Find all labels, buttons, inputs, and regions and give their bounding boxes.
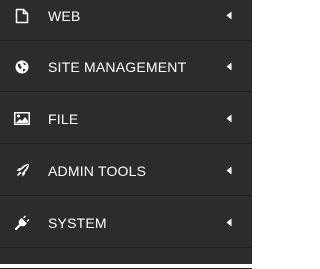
sidebar-item-label: SITE MANAGEMENT [48, 58, 187, 75]
rocket-icon [12, 161, 32, 181]
sidebar-item-admin-tools[interactable]: ADMIN TOOLS [0, 146, 252, 196]
sidebar-item-label: FILE [48, 110, 79, 127]
file-icon [12, 6, 32, 26]
sidebar-item-site-management[interactable]: SITE MANAGEMENT [0, 42, 252, 92]
sidebar-item-file[interactable]: FILE [0, 94, 252, 144]
sidebar-item-web[interactable]: WEB [0, 0, 252, 41]
caret-left-icon [224, 218, 234, 228]
sidebar-item-system[interactable]: SYSTEM [0, 198, 252, 248]
sidebar-item-label: ADMIN TOOLS [48, 162, 147, 179]
sidebar-item-partial[interactable] [0, 249, 252, 269]
caret-left-icon [224, 114, 234, 124]
plug-icon [12, 213, 32, 233]
image-icon [12, 109, 32, 129]
caret-left-icon [224, 166, 234, 176]
caret-left-icon [224, 62, 234, 72]
caret-left-icon [224, 11, 234, 21]
globe-icon [12, 57, 32, 77]
sidebar-item-label: SYSTEM [48, 214, 107, 231]
sidebar-nav: WEB SITE MANAGEMENT FILE ADMIN TOOLS SYS… [0, 0, 252, 269]
sidebar-item-label: WEB [48, 7, 81, 24]
